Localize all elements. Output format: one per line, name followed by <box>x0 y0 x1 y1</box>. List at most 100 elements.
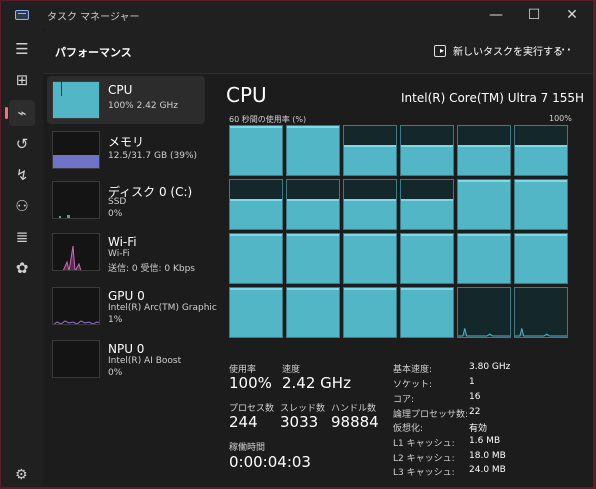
spec-virtualization-value: 有効 <box>469 424 488 434</box>
sidebar: ☰ ⊞ ⌁ ↺ ↯ ⚇ ≣ ✿ <box>1 29 43 487</box>
cpu-core-usage-fill <box>344 198 396 229</box>
startup-apps-icon[interactable]: ↯ <box>9 162 35 188</box>
cpu-core-graph <box>457 125 511 176</box>
performance-icon[interactable]: ⌁ <box>5 100 35 126</box>
settings-gear-icon[interactable]: ⚙ <box>15 467 28 483</box>
perf-item-title: GPU 0 <box>108 289 145 303</box>
wifi-thumbnail-line <box>62 245 82 270</box>
cpu-core-usage-fill <box>230 126 282 175</box>
cpu-core-graph <box>286 179 340 230</box>
perf-item-sub: Intel(R) AI Boost <box>108 356 182 366</box>
cpu-core-graph <box>457 179 511 230</box>
perf-item-memory[interactable]: メモリ 12.5/31.7 GB (39%) <box>47 126 205 174</box>
run-new-task-button[interactable]: ▸ 新しいタスクを実行する <box>434 43 563 58</box>
cpu-core-usage-fill <box>230 198 282 229</box>
cpu-core-graph <box>400 233 454 284</box>
cpu-core-graph <box>286 125 340 176</box>
spec-logical-processors-label: 論理プロセッサ数: <box>393 410 469 420</box>
spec-virtualization-label: 仮想化: <box>393 424 424 434</box>
spec-logical-processors-value: 22 <box>469 407 481 417</box>
cpu-core-graph <box>343 287 397 338</box>
cpu-core-usage-fill <box>458 180 510 229</box>
cpu-core-usage-fill <box>287 198 339 229</box>
cpu-core-usage-fill <box>344 288 396 337</box>
performance-list: CPU 100% 2.42 GHz メモリ 12.5/31.7 GB (39%)… <box>47 75 217 385</box>
graph-label: 60 秒間の使用率 (%) <box>229 115 307 124</box>
cpu-core-usage-line <box>515 328 567 337</box>
cpu-core-graph <box>286 233 340 284</box>
maximize-button[interactable]: ☐ <box>515 1 553 29</box>
cpu-core-usage-fill <box>401 198 453 229</box>
cpu-core-graph <box>400 287 454 338</box>
perf-item-sub: SSD <box>108 197 127 207</box>
cpu-core-usage-line <box>458 328 510 337</box>
cpu-core-graph <box>343 179 397 230</box>
cpu-core-usage-fill <box>401 288 453 337</box>
title-bar[interactable]: タスク マネージャー — ☐ ✕ <box>1 1 593 29</box>
perf-item-npu[interactable]: NPU 0 Intel(R) AI Boost 0% <box>47 335 205 383</box>
perf-item-sub: 100% 2.42 GHz <box>108 101 178 111</box>
cpu-core-graph <box>343 125 397 176</box>
cpu-core-graph <box>457 287 511 338</box>
perf-item-sub: Wi-Fi <box>108 249 130 259</box>
cpu-core-graph <box>457 233 511 284</box>
cpu-core-usage-fill <box>287 234 339 283</box>
app-history-icon[interactable]: ↺ <box>9 131 35 157</box>
spec-l2-cache-value: 18.0 MB <box>469 451 506 461</box>
cpu-core-usage-fill <box>230 234 282 283</box>
run-task-label: 新しいタスクを実行する <box>453 47 563 58</box>
processes-value: 244 <box>229 413 258 431</box>
details-icon[interactable]: ≣ <box>9 224 35 250</box>
cpu-core-graph <box>514 125 568 176</box>
perf-item-sub: 1% <box>108 315 123 325</box>
perf-item-title: メモリ <box>108 135 145 149</box>
npu-thumbnail-graph <box>52 340 100 378</box>
cpu-core-usage-fill <box>458 234 510 283</box>
cpu-core-graph <box>514 179 568 230</box>
page-header: パフォーマンス ▸ 新しいタスクを実行する ··· <box>43 29 593 73</box>
close-button[interactable]: ✕ <box>553 1 591 29</box>
perf-item-wifi[interactable]: Wi-Fi Wi-Fi 送信: 0 受信: 0 Kbps <box>47 228 205 276</box>
hamburger-icon[interactable]: ☰ <box>9 36 35 62</box>
cpu-core-usage-fill <box>401 234 453 283</box>
spec-l2-cache-label: L2 キャッシュ: <box>393 454 455 464</box>
header-divider <box>43 73 593 74</box>
spec-l3-cache-value: 24.0 MB <box>469 465 506 475</box>
cpu-core-graph-grid[interactable] <box>229 125 569 339</box>
users-icon[interactable]: ⚇ <box>9 193 35 219</box>
cpu-core-graph <box>229 233 283 284</box>
cpu-core-usage-fill <box>287 288 339 337</box>
spec-base-speed-label: 基本速度: <box>393 365 433 375</box>
threads-value: 3033 <box>280 413 319 431</box>
spec-l1-cache-value: 1.6 MB <box>469 436 501 446</box>
task-manager-app-icon <box>15 10 29 20</box>
cpu-core-graph <box>229 179 283 230</box>
speed-value: 2.42 GHz <box>282 374 351 392</box>
processes-icon[interactable]: ⊞ <box>9 67 35 93</box>
wifi-thumbnail-graph <box>52 233 100 271</box>
disk-thumbnail-graph <box>52 181 100 219</box>
cpu-core-usage-fill <box>515 234 567 283</box>
perf-item-disk[interactable]: ディスク 0 (C:) SSD 0% <box>47 176 205 224</box>
perf-item-title: CPU <box>108 83 133 97</box>
spec-sockets-value: 1 <box>469 377 475 387</box>
spec-cores-label: コア: <box>393 395 415 405</box>
cpu-core-graph <box>514 233 568 284</box>
perf-item-sub: 12.5/31.7 GB (39%) <box>108 151 198 161</box>
perf-item-cpu[interactable]: CPU 100% 2.42 GHz <box>47 76 205 124</box>
spec-sockets-label: ソケット: <box>393 380 433 390</box>
page-title: パフォーマンス <box>55 46 132 59</box>
cpu-core-graph <box>343 233 397 284</box>
cpu-core-usage-fill <box>458 144 510 175</box>
cpu-core-usage-fill <box>344 144 396 175</box>
perf-item-gpu[interactable]: GPU 0 Intel(R) Arc(TM) Graphic 1% <box>47 282 217 330</box>
run-task-icon: ▸ <box>434 44 446 57</box>
perf-item-sub: Intel(R) Arc(TM) Graphic <box>108 303 217 313</box>
cpu-thumbnail-graph <box>52 81 100 119</box>
services-icon[interactable]: ✿ <box>9 255 35 281</box>
more-options-button[interactable]: ··· <box>555 41 572 59</box>
gpu-thumbnail-graph <box>52 287 100 325</box>
cpu-model-name: Intel(R) Core(TM) Ultra 7 155H <box>401 91 585 105</box>
uptime-label: 稼働時間 <box>229 443 266 453</box>
minimize-button[interactable]: — <box>477 1 515 29</box>
